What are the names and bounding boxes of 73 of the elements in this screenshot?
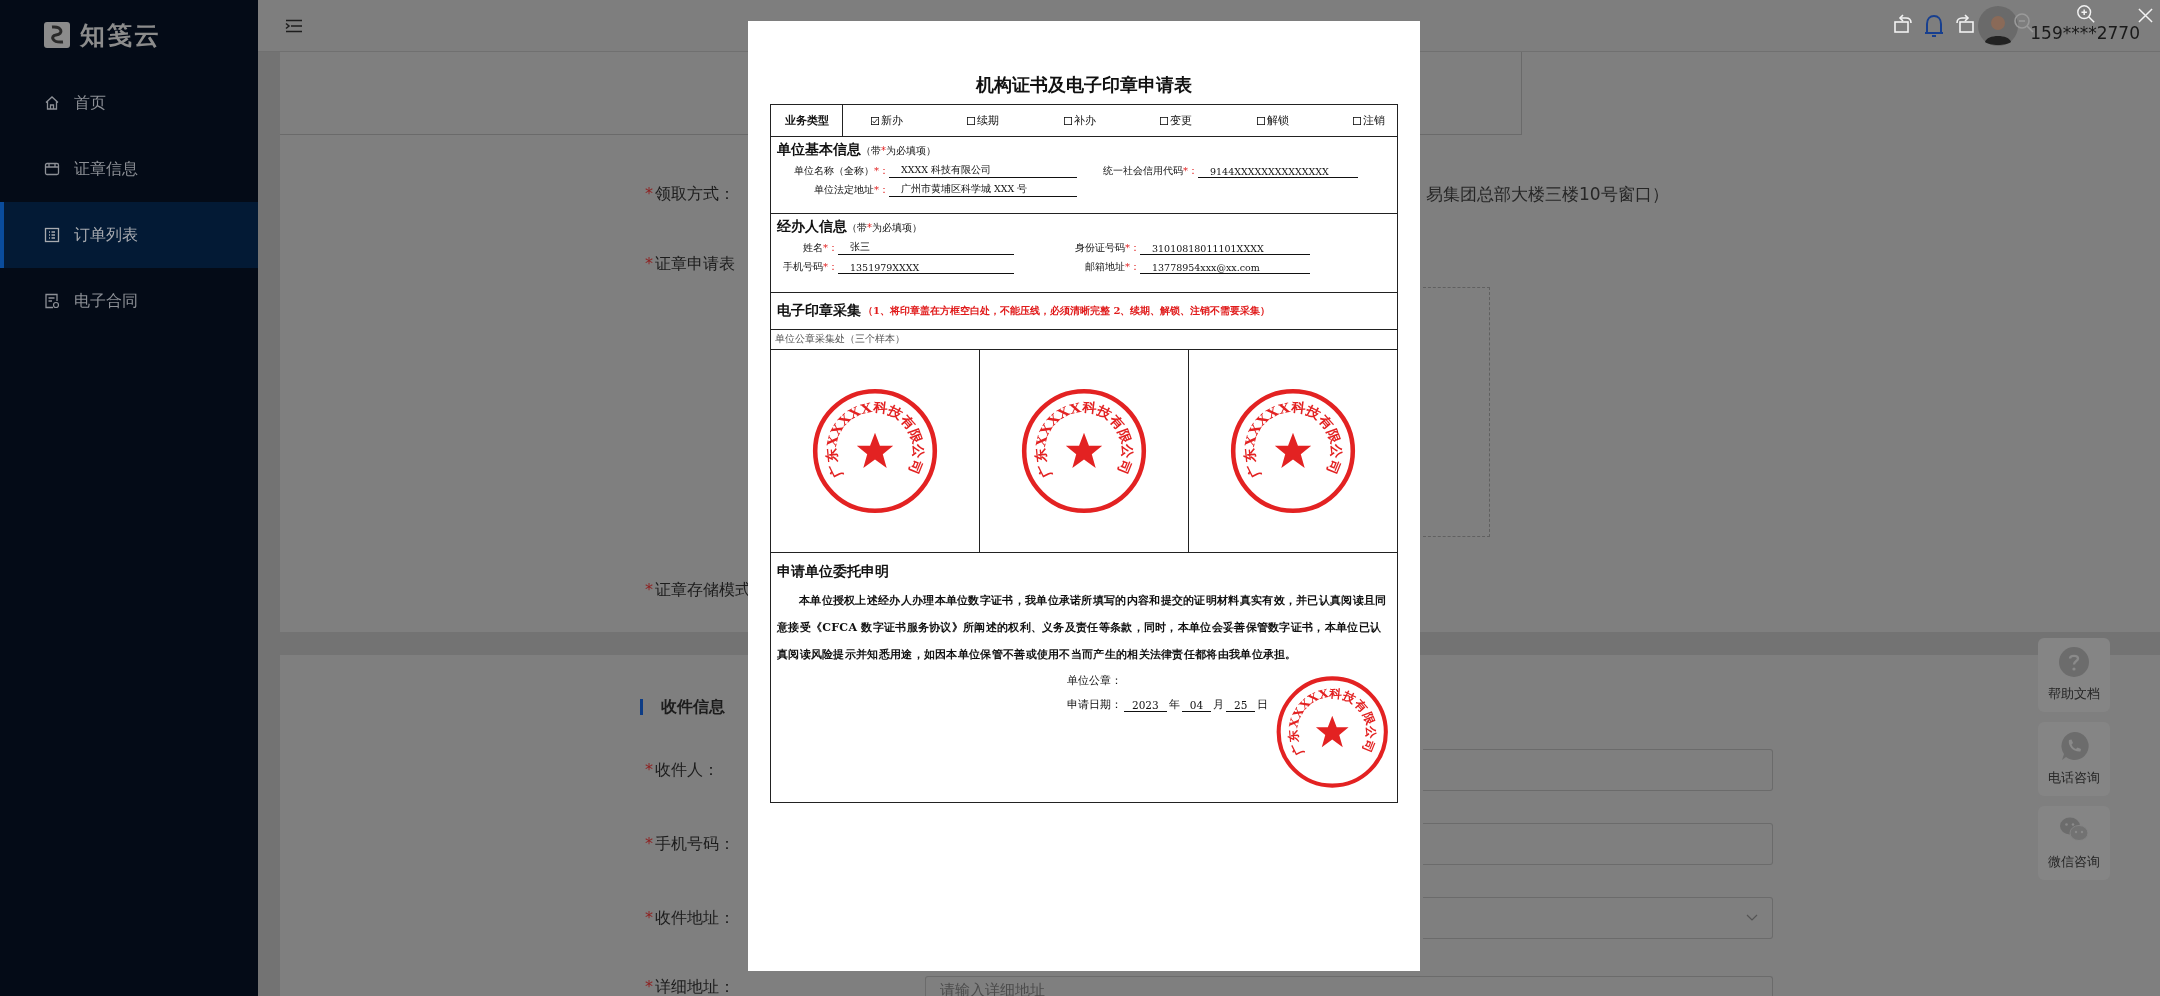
field-label: *手机号码： [645,833,736,855]
table-cell: 业务类型 [771,105,843,136]
field-label: 身份证号码*： [1074,241,1140,255]
fill-in-line: 张三 [838,241,1014,255]
phone-consult-button[interactable]: 电话咨询 [2038,722,2110,796]
menu-icon[interactable] [285,18,303,33]
card-icon [44,161,60,177]
fill-in-line: 1351979XXXX [838,262,1014,274]
instruction-note: （1、将印章盖在方框空白处，不能压线，必须清晰完整 2、续期、解锁、注销不需要采集） [863,304,1271,318]
avatar-icon[interactable] [1978,5,2019,46]
select-field[interactable] [1423,897,1773,939]
document-title: 机构证书及电子印章申请表 [974,73,1193,97]
home-icon [44,95,60,111]
date-unit: 年 [1168,698,1180,712]
required-note: （带*为必填项） [847,221,922,235]
option-label: 注销 [1362,113,1385,128]
field-label: *领取方式： [645,183,736,205]
logo-text: 知笺云 [80,19,161,52]
chevron-down-icon [1746,914,1758,922]
option-label: 变更 [1170,113,1193,128]
seal-label: 单位公章： [1067,674,1122,688]
option-label: 解锁 [1266,113,1289,128]
field-label: *证章申请表 [645,253,736,275]
zoom-in-icon[interactable] [2076,4,2096,24]
question-icon [2059,647,2089,677]
field-label: 单位名称（全称）*： [793,164,889,178]
section-heading: 单位基本信息 [777,141,861,159]
close-icon[interactable] [2138,8,2153,23]
fill-in-line: 31010818011101XXXX [1140,243,1310,255]
sidebar-item[interactable]: 电子合同 [0,268,258,334]
logo-icon [44,22,70,48]
help-button[interactable]: 帮助文档 [2038,638,2110,712]
list-icon [44,227,60,243]
phone-icon [2059,731,2089,761]
pickup-address: 易集团总部大楼三楼10号窗口） [1426,183,1669,206]
rotate-left-icon[interactable] [1893,13,1915,35]
field-label: *收件人： [645,759,720,781]
sidebar-item[interactable]: 证章信息 [0,136,258,202]
fill-in-line: 25 [1226,699,1256,712]
fill-in-line: XXXX 科技有限公司 [889,164,1077,178]
section-marker [640,699,643,715]
date-unit: 日 [1257,698,1269,712]
document-icon [44,293,60,309]
fill-in-line: 04 [1181,699,1212,712]
statement-paragraph: 本单位授权上述经办人办理本单位数字证书，我单位承诺所填写的内容和提交的证明材料真实有效，并已认真阅读且同意接受《CFCA 数字证书服务协议》所阐述的权利、义务及责任等条款，同时，本单位会妥善保管数字证书，本单位已认真阅读风险提示并知悉用途，如因本单位保管不善或使用不当而产生的相关法律责任都将由我单位承担。 [777,593,1388,663]
field-label: *收件地址： [645,907,736,929]
date-unit: 月 [1213,698,1225,712]
option-label: 补办 [1073,113,1096,128]
section-heading: 申请单位委托申明 [777,563,890,581]
option-label: 新办 [881,113,903,128]
user-phone[interactable]: 159****2770 [2030,22,2140,43]
rotate-right-icon[interactable] [1953,13,1975,35]
option-label: 续期 [977,113,1000,128]
sidebar-item[interactable]: 首页 [0,70,258,136]
fill-in-line: 2023 [1124,699,1167,712]
required-note: （带*为必填项） [861,144,936,158]
sidebar-item[interactable]: 订单列表 [0,202,258,268]
section-heading: 经办人信息 [777,218,847,236]
section-heading: 电子印章采集 [777,302,861,320]
field-label: 单位法定地址*： [813,183,889,197]
fill-in-line: 广州市黄埔区科学城 XXX 号 [889,183,1077,197]
date-label: 申请日期： [1067,698,1122,712]
table-cell: 单位公章采集处（三个样本） [775,333,905,346]
chat-consult-button[interactable]: 微信咨询 [2038,806,2110,880]
field-label: 手机号码*： [782,260,838,274]
fill-in-line: 13778954xxx@xx.com [1140,262,1310,274]
field-label: 统一社会信用代码*： [1102,164,1198,178]
field-label: *详细地址： [645,976,736,996]
field-label: 邮箱地址*： [1084,260,1140,274]
section-title: 收件信息 [661,696,725,718]
field-label: 姓名*： [802,241,838,255]
fill-in-line: 9144XXXXXXXXXXXXXX [1198,166,1358,178]
bell-icon[interactable] [1924,12,1945,39]
